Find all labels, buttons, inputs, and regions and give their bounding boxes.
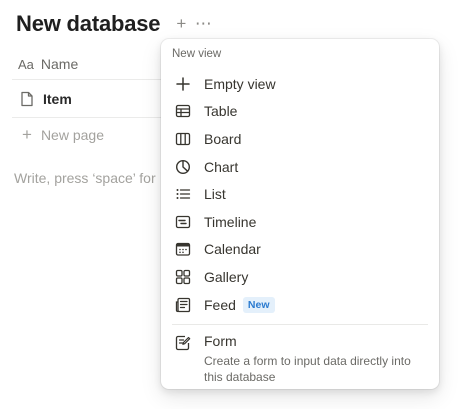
- table-divider: [12, 117, 177, 118]
- menu-item-label: Form: [204, 333, 237, 349]
- new-page-label: New page: [40, 127, 104, 143]
- menu-item-table[interactable]: Table: [166, 98, 434, 126]
- list-icon: [174, 185, 192, 203]
- menu-item-gallery[interactable]: Gallery: [166, 263, 434, 291]
- more-options-button[interactable]: ⋯: [194, 14, 212, 33]
- view-type-list: Empty view Table Board Chart List Timeli…: [166, 70, 434, 318]
- table-icon: [174, 102, 192, 120]
- database-title[interactable]: New database: [16, 11, 161, 37]
- table-divider: [12, 79, 177, 80]
- chart-icon: [174, 158, 192, 176]
- add-view-button[interactable]: +: [172, 14, 190, 33]
- menu-item-form[interactable]: Form Create a form to input data directl…: [166, 331, 434, 387]
- name-column-label: Name: [40, 56, 79, 72]
- form-description: Create a form to input data directly int…: [204, 354, 411, 384]
- calendar-icon: [174, 240, 192, 258]
- menu-item-label: Chart: [204, 158, 239, 175]
- timeline-icon: [174, 213, 192, 231]
- menu-item-label: Empty view: [204, 75, 276, 92]
- menu-item-timeline[interactable]: Timeline: [166, 208, 434, 236]
- more-icon: ⋯: [194, 14, 212, 33]
- menu-item-label: Board: [204, 130, 242, 147]
- menu-divider: [172, 324, 428, 325]
- menu-item-label: Feed: [204, 296, 236, 313]
- editor-placeholder[interactable]: Write, press ‘space’ for: [14, 170, 156, 186]
- board-icon: [174, 130, 192, 148]
- new-badge: New: [242, 296, 275, 313]
- menu-item-feed[interactable]: Feed New: [166, 291, 434, 319]
- menu-item-empty-view[interactable]: Empty view: [166, 70, 434, 98]
- database-title-row: New database + ⋯: [16, 9, 212, 39]
- text-property-icon: Aa: [18, 56, 34, 72]
- menu-item-label: Timeline: [204, 213, 257, 230]
- menu-item-label: List: [204, 186, 226, 203]
- form-icon: [174, 334, 192, 352]
- name-column-header[interactable]: Aa Name: [18, 51, 78, 77]
- menu-item-chart[interactable]: Chart: [166, 153, 434, 181]
- page-icon: [21, 91, 33, 107]
- new-view-menu: New view Empty view Table Board Chart Li…: [161, 39, 439, 389]
- plus-icon: +: [176, 14, 187, 33]
- plus-icon: +: [22, 125, 32, 144]
- menu-item-label: Gallery: [204, 268, 249, 285]
- plus-icon: [174, 75, 192, 93]
- row-title: Item: [43, 91, 72, 107]
- feed-icon: [174, 296, 192, 314]
- gallery-icon: [174, 268, 192, 286]
- form-text: Form Create a form to input data directl…: [204, 333, 424, 385]
- menu-item-label: Calendar: [204, 241, 261, 258]
- menu-heading: New view: [172, 48, 222, 60]
- menu-item-label: Table: [204, 103, 238, 120]
- new-page-button[interactable]: + New page: [22, 124, 104, 146]
- menu-item-calendar[interactable]: Calendar: [166, 236, 434, 264]
- menu-item-board[interactable]: Board: [166, 125, 434, 153]
- table-row[interactable]: Item: [20, 88, 72, 110]
- menu-item-list[interactable]: List: [166, 180, 434, 208]
